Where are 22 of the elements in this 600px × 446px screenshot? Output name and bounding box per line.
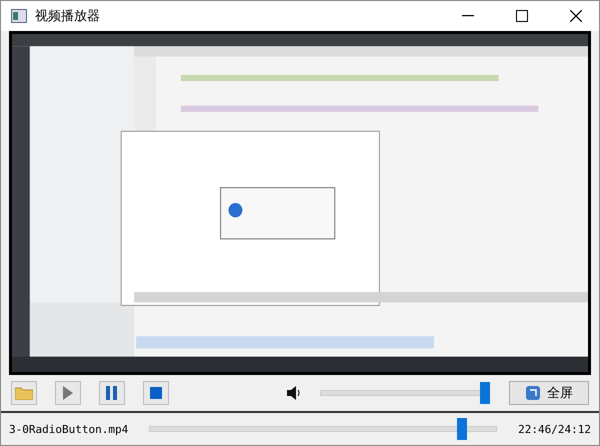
progress-slider[interactable]	[149, 418, 498, 440]
stop-icon	[150, 387, 162, 399]
stop-button[interactable]	[143, 381, 169, 405]
fullscreen-icon	[525, 385, 541, 401]
fullscreen-button[interactable]: 全屏	[509, 381, 589, 405]
speaker-icon	[287, 386, 301, 400]
volume-handle[interactable]	[480, 382, 490, 404]
pause-button[interactable]	[99, 381, 125, 405]
volume-slider[interactable]	[320, 382, 490, 404]
file-name: 3-0RadioButton.mp4	[9, 422, 128, 436]
window-title: 视频播放器	[35, 8, 101, 25]
play-button[interactable]	[55, 381, 81, 405]
app-icon	[11, 9, 27, 23]
open-button[interactable]	[11, 381, 37, 405]
close-icon	[570, 10, 582, 22]
play-icon	[63, 386, 73, 400]
progress-handle[interactable]	[457, 418, 468, 440]
minimize-icon	[462, 15, 474, 17]
playback-time: 22:46/24:12	[518, 422, 591, 436]
folder-icon	[15, 386, 33, 400]
pause-icon	[106, 386, 118, 400]
maximize-icon	[516, 10, 528, 22]
